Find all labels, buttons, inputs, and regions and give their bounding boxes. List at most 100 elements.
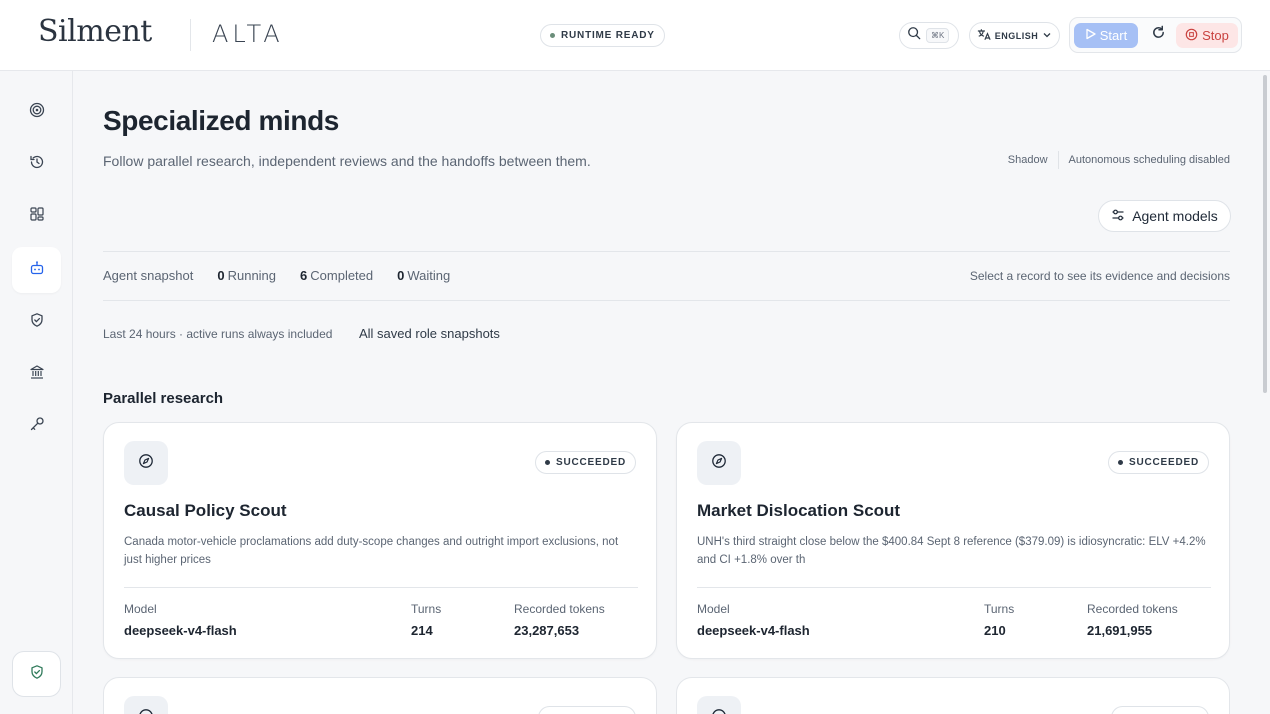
play-icon bbox=[1085, 28, 1096, 43]
status-badge: SUCCEEDED bbox=[535, 451, 636, 474]
start-label: Start bbox=[1099, 28, 1128, 43]
turns-label: Turns bbox=[984, 602, 1015, 616]
mode-label: Shadow bbox=[1007, 154, 1048, 166]
scheduling-status: Autonomous scheduling disabled bbox=[1068, 154, 1230, 166]
running-stat: 0 Running bbox=[217, 268, 276, 283]
refresh-icon bbox=[1151, 25, 1166, 45]
shortcut-hint: ⌘K bbox=[926, 28, 950, 43]
history-icon bbox=[29, 154, 45, 175]
sidebar-item-dashboard[interactable] bbox=[12, 193, 61, 239]
model-value: deepseek-v4-flash bbox=[697, 623, 810, 638]
snapshot-hint: Select a record to see its evidence and … bbox=[969, 269, 1230, 283]
agent-models-label: Agent models bbox=[1132, 208, 1218, 224]
bank-icon bbox=[29, 364, 45, 385]
agent-icon-box bbox=[697, 441, 741, 485]
agent-card[interactable] bbox=[103, 677, 657, 714]
model-label: Model bbox=[697, 602, 730, 616]
sidebar-item-agents[interactable] bbox=[12, 247, 61, 293]
stop-button[interactable]: Stop bbox=[1176, 23, 1238, 48]
run-controls: Start Stop bbox=[1069, 17, 1242, 53]
running-label: Running bbox=[227, 268, 277, 283]
agent-title: Causal Policy Scout bbox=[124, 501, 287, 520]
completed-stat: 6 Completed bbox=[300, 268, 373, 283]
search-button[interactable]: ⌘K bbox=[899, 22, 959, 49]
agent-icon-box bbox=[124, 696, 168, 714]
search-icon bbox=[907, 26, 921, 45]
compass-icon bbox=[711, 453, 727, 474]
page-scrollbar[interactable] bbox=[1263, 75, 1267, 393]
card-divider bbox=[697, 587, 1211, 588]
sidebar-item-security[interactable] bbox=[12, 299, 61, 345]
language-selector[interactable]: ENGLISH bbox=[969, 22, 1060, 49]
page-subtitle: Follow parallel research, independent re… bbox=[103, 153, 591, 169]
translate-icon bbox=[977, 28, 991, 43]
card-divider bbox=[124, 587, 638, 588]
tokens-value: 21,691,955 bbox=[1087, 623, 1153, 638]
status-dot bbox=[545, 460, 550, 465]
sidebar bbox=[0, 71, 73, 714]
agent-card[interactable]: SUCCEEDED Causal Policy Scout Canada mot… bbox=[103, 422, 657, 659]
time-window-filter[interactable]: Last 24 hours · active runs always inclu… bbox=[103, 327, 332, 341]
brand-logo[interactable]: Silment bbox=[38, 14, 152, 49]
turns-label: Turns bbox=[411, 602, 442, 616]
restart-button[interactable] bbox=[1148, 25, 1168, 45]
mode-info: Shadow Autonomous scheduling disabled bbox=[1008, 151, 1230, 169]
status-label: SUCCEEDED bbox=[556, 457, 626, 468]
chevron-down-icon bbox=[1042, 30, 1052, 42]
runtime-status-label: RUNTIME READY bbox=[561, 30, 655, 41]
sidebar-item-institutions[interactable] bbox=[12, 351, 61, 397]
compass-icon bbox=[138, 453, 154, 474]
agent-icon-box bbox=[124, 441, 168, 485]
status-badge bbox=[1111, 706, 1209, 714]
compass-icon bbox=[138, 708, 154, 714]
agent-card[interactable]: SUCCEEDED Market Dislocation Scout UNH's… bbox=[676, 422, 1230, 659]
divider bbox=[103, 251, 1230, 252]
completed-count: 6 bbox=[300, 268, 308, 283]
page-title: Specialized minds bbox=[103, 105, 339, 136]
completed-label: Completed bbox=[310, 268, 374, 283]
runtime-status-badge: RUNTIME READY bbox=[540, 24, 665, 47]
divider bbox=[103, 300, 1230, 301]
key-icon bbox=[29, 416, 45, 437]
turns-value: 214 bbox=[411, 623, 433, 638]
target-icon bbox=[29, 102, 45, 123]
waiting-count: 0 bbox=[397, 268, 405, 283]
meta-divider bbox=[1057, 151, 1059, 169]
status-label: SUCCEEDED bbox=[1129, 457, 1199, 468]
shield-check-icon bbox=[29, 664, 45, 685]
tokens-value: 23,287,653 bbox=[514, 623, 580, 638]
agent-description: Canada motor-vehicle proclamations add d… bbox=[124, 536, 619, 566]
status-dot bbox=[1118, 460, 1123, 465]
brand-divider bbox=[190, 19, 191, 51]
status-badge bbox=[538, 706, 636, 714]
model-value: deepseek-v4-flash bbox=[124, 623, 237, 638]
agent-icon-box bbox=[697, 696, 741, 714]
all-snapshots-link[interactable]: All saved role snapshots bbox=[359, 326, 500, 341]
agent-description: UNH's third straight close below the $40… bbox=[697, 536, 1206, 566]
status-badge: SUCCEEDED bbox=[1108, 451, 1209, 474]
compass-icon bbox=[711, 708, 727, 714]
agent-title: Market Dislocation Scout bbox=[697, 501, 901, 520]
sidebar-item-overview[interactable] bbox=[12, 89, 61, 135]
section-title: Parallel research bbox=[103, 390, 224, 407]
shield-check-icon bbox=[29, 312, 45, 333]
sliders-icon bbox=[1111, 208, 1125, 225]
language-label: ENGLISH bbox=[994, 30, 1039, 41]
top-bar: Silment ALTA RUNTIME READY ⌘K ENGLISH St… bbox=[0, 0, 1270, 71]
robot-icon bbox=[29, 260, 45, 281]
sidebar-item-security-status[interactable] bbox=[12, 651, 61, 697]
product-name: ALTA bbox=[212, 20, 284, 48]
waiting-label: Waiting bbox=[407, 268, 451, 283]
start-button[interactable]: Start bbox=[1074, 23, 1138, 48]
snapshot-label: Agent snapshot bbox=[103, 268, 194, 283]
agent-card[interactable] bbox=[676, 677, 1230, 714]
tokens-label: Recorded tokens bbox=[514, 602, 605, 616]
stop-icon bbox=[1185, 28, 1198, 44]
agent-snapshot: Agent snapshot 0 Running 6 Completed 0 Wait… bbox=[103, 268, 450, 283]
sidebar-item-history[interactable] bbox=[12, 141, 61, 187]
stop-label: Stop bbox=[1202, 28, 1229, 43]
sidebar-item-keys[interactable] bbox=[12, 403, 61, 449]
dashboard-icon bbox=[29, 206, 45, 227]
status-dot bbox=[550, 33, 555, 38]
agent-models-button[interactable]: Agent models bbox=[1098, 200, 1231, 232]
